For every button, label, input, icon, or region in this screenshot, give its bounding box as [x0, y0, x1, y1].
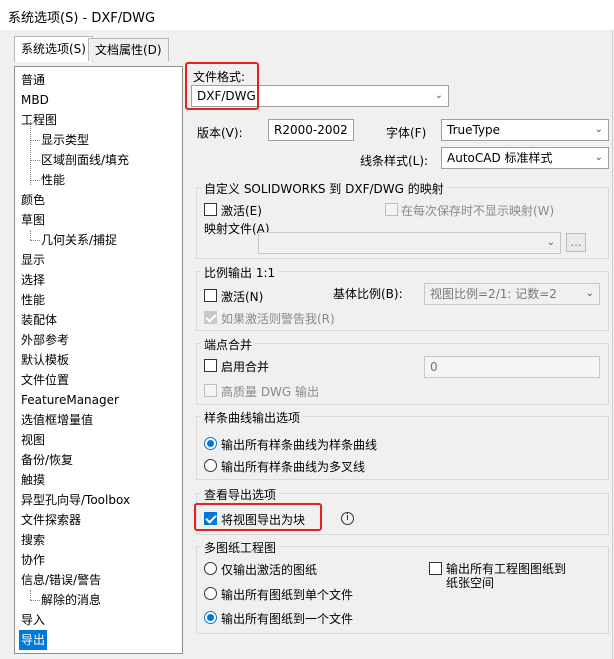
tab-strip: 系统选项(S) 文档属性(D) — [0, 36, 614, 62]
tree-item-search[interactable]: 搜索 — [21, 530, 45, 550]
version-select[interactable]: R2000-2002 ⌄ — [268, 119, 354, 141]
options-tree[interactable]: 普通 MBD 工程图 显示类型 区域剖面线/填充 性能 颜色 草图 几何关系/捕… — [14, 66, 183, 654]
spline-as-polyline-label: 输出所有样条曲线为多叉线 — [221, 460, 366, 474]
tree-item-collaboration[interactable]: 协作 — [21, 550, 45, 570]
no-show-map-label: 在每次保存时不显示映射(W) — [401, 204, 555, 218]
tree-item-dismissed-messages[interactable]: 解除的消息 — [41, 590, 101, 610]
tab-document-properties[interactable]: 文档属性(D) — [88, 38, 169, 61]
no-show-map-checkbox[interactable] — [385, 203, 398, 216]
custom-map-title: 自定义 SOLIDWORKS 到 DXF/DWG 的映射 — [201, 180, 447, 197]
tab-system-options[interactable]: 系统选项(S) — [14, 36, 93, 62]
window-title: 系统选项(S) - DXF/DWG — [8, 11, 156, 26]
merge-checkbox[interactable] — [204, 359, 217, 372]
tree-item-touch[interactable]: 触摸 — [21, 470, 45, 490]
tree-item-external-references[interactable]: 外部参考 — [21, 330, 69, 350]
font-select[interactable]: TrueType ⌄ — [441, 119, 609, 141]
tree-item-file-explorer[interactable]: 文件探索器 — [21, 510, 81, 530]
spline-as-spline-radio[interactable] — [204, 437, 217, 450]
highlight-box-view-blocks — [194, 503, 322, 531]
scale-activate-label: 激活(N) — [221, 290, 264, 304]
tree-line — [30, 180, 40, 181]
linestyle-select[interactable]: AutoCAD 标准样式 ⌄ — [441, 147, 609, 169]
multi-sheet-title: 多图纸工程图 — [201, 539, 280, 556]
tree-item-default-templates[interactable]: 默认模板 — [21, 350, 69, 370]
sheets-to-separate-files-radio[interactable] — [204, 587, 217, 600]
merge-tolerance-input[interactable]: 0 — [424, 356, 600, 378]
tree-item-selection[interactable]: 选择 — [21, 270, 45, 290]
highlight-box-file-format — [185, 62, 259, 110]
tree-item-featuremanager[interactable]: FeatureManager — [21, 390, 119, 410]
merge-label: 启用合并 — [221, 360, 270, 374]
tree-item-spin-box-increments[interactable]: 选值框增量值 — [21, 410, 93, 430]
custom-map-activate-label: 激活(E) — [221, 204, 262, 218]
scale-warn-label: 如果激活则警告我(R) — [221, 312, 335, 326]
tree-line — [30, 160, 40, 161]
tree-item-file-locations[interactable]: 文件位置 — [21, 370, 69, 390]
window-title-bar: 系统选项(S) - DXF/DWG — [0, 0, 614, 30]
sheets-to-one-file-radio[interactable] — [204, 611, 217, 624]
tree-item-assemblies[interactable]: 装配体 — [21, 310, 57, 330]
tree-item-general[interactable]: 普通 — [21, 70, 45, 90]
spline-as-spline-label: 输出所有样条曲线为样条曲线 — [221, 438, 378, 452]
window-border — [612, 30, 613, 659]
custom-map-activate-checkbox[interactable] — [204, 203, 217, 216]
tree-item-backup-recover[interactable]: 备份/恢复 — [21, 450, 73, 470]
spline-as-polyline-radio[interactable] — [204, 459, 217, 472]
tree-item-view[interactable]: 视图 — [21, 430, 45, 450]
chevron-down-icon: ⌄ — [594, 124, 603, 135]
active-sheet-only-label: 仅输出激活的图纸 — [221, 563, 318, 577]
merge-tolerance-value: 0 — [430, 360, 438, 374]
version-label: 版本(V): — [197, 126, 243, 140]
tree-item-export[interactable]: 导出 — [19, 630, 48, 650]
active-sheet-only-radio[interactable] — [204, 562, 217, 575]
hq-dwg-checkbox[interactable] — [204, 384, 217, 397]
tree-item-relations-snaps[interactable]: 几何关系/捕捉 — [41, 230, 117, 250]
sheets-to-paper-space-checkbox[interactable] — [429, 562, 442, 575]
linestyle-value: AutoCAD 标准样式 — [447, 151, 553, 165]
tree-item-messages-errors-warnings[interactable]: 信息/错误/警告 — [21, 570, 101, 590]
sheets-to-separate-files-label: 输出所有图纸到单个文件 — [221, 588, 354, 602]
info-icon[interactable]: i — [341, 512, 354, 525]
browse-button[interactable]: ... — [566, 233, 586, 252]
tree-line — [30, 240, 40, 241]
map-file-select[interactable]: ⌄ — [258, 232, 561, 254]
font-value: TrueType — [447, 123, 501, 137]
chevron-down-icon: ⌄ — [594, 152, 603, 163]
spline-title: 样条曲线输出选项 — [201, 409, 304, 426]
tree-item-display-style[interactable]: 显示类型 — [41, 130, 89, 150]
base-scale-value: 视图比例=2/1: 记数=2 — [430, 287, 557, 301]
chevron-down-icon: ⌄ — [434, 90, 443, 101]
tree-item-area-hatch[interactable]: 区域剖面线/填充 — [41, 150, 129, 170]
scale-activate-checkbox[interactable] — [204, 289, 217, 302]
base-scale-select[interactable]: 视图比例=2/1: 记数=2 ⌄ — [424, 283, 600, 305]
linestyle-label: 线条样式(L): — [360, 154, 429, 168]
tree-item-import[interactable]: 导入 — [21, 610, 45, 630]
tree-item-mbd[interactable]: MBD — [21, 90, 49, 110]
font-label: 字体(F) — [386, 126, 427, 140]
chevron-down-icon: ⌄ — [546, 237, 555, 248]
tree-line — [30, 590, 31, 600]
view-export-title: 查看导出选项 — [201, 486, 280, 503]
hq-dwg-label: 高质量 DWG 输出 — [221, 385, 320, 399]
scale-warn-checkbox[interactable] — [204, 311, 217, 324]
base-scale-label: 基体比例(B): — [333, 287, 403, 301]
endpoint-title: 端点合并 — [201, 336, 256, 353]
scale-title: 比例输出 1:1 — [201, 264, 279, 281]
tree-item-hole-wizard-toolbox[interactable]: 异型孔向导/Toolbox — [21, 490, 130, 510]
tree-item-drawing-performance[interactable]: 性能 — [41, 170, 65, 190]
tree-line — [30, 140, 40, 141]
tree-item-drawings[interactable]: 工程图 — [21, 110, 57, 130]
chevron-down-icon: ⌄ — [339, 124, 348, 135]
tree-item-colors[interactable]: 颜色 — [21, 190, 45, 210]
tree-item-sketch[interactable]: 草图 — [21, 210, 45, 230]
tree-item-display[interactable]: 显示 — [21, 250, 45, 270]
sheets-to-one-file-label: 输出所有图纸到一个文件 — [221, 612, 354, 626]
tree-line — [30, 600, 40, 601]
sheets-to-paper-space-label-2: 纸张空间 — [446, 576, 495, 590]
tree-line — [30, 230, 31, 240]
tree-item-performance[interactable]: 性能 — [21, 290, 45, 310]
chevron-down-icon: ⌄ — [585, 288, 594, 299]
version-value: R2000-2002 — [274, 123, 348, 137]
